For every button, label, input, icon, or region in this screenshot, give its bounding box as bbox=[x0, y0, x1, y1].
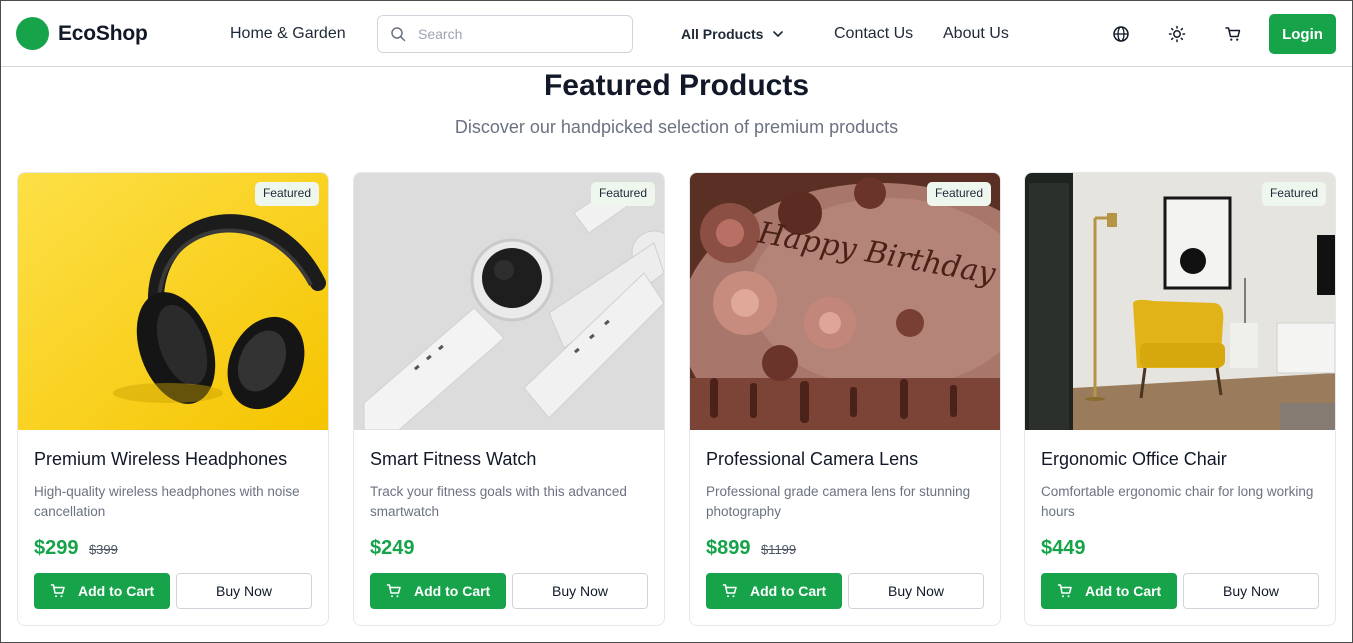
price-row: $899 $1199 bbox=[706, 537, 796, 561]
dropdown-label: All Products bbox=[681, 26, 764, 42]
product-description: High-quality wireless headphones with no… bbox=[34, 484, 300, 519]
add-to-cart-label: Add to Cart bbox=[1085, 583, 1162, 599]
buy-now-button[interactable]: Buy Now bbox=[848, 573, 984, 609]
add-to-cart-button[interactable]: Add to Cart bbox=[34, 573, 170, 609]
nav-link-about[interactable]: About Us bbox=[943, 25, 1009, 43]
featured-badge: Featured bbox=[254, 182, 319, 206]
add-to-cart-label: Add to Cart bbox=[78, 583, 155, 599]
price-row: $299 $399 bbox=[34, 537, 118, 561]
product-title[interactable]: Professional Camera Lens bbox=[706, 449, 918, 470]
featured-badge: Featured bbox=[926, 182, 991, 206]
login-button[interactable]: Login bbox=[1269, 14, 1336, 54]
armchair-room-image[interactable] bbox=[1025, 173, 1335, 430]
globe-icon[interactable] bbox=[1110, 23, 1132, 45]
birthday-cake-image[interactable]: Happy Birthday bbox=[690, 173, 1000, 430]
headphones-image[interactable] bbox=[18, 173, 328, 430]
product-card[interactable]: Happy Birthday Featured Professional Cam… bbox=[689, 172, 1001, 626]
featured-badge: Featured bbox=[590, 182, 655, 206]
buy-now-button[interactable]: Buy Now bbox=[512, 573, 648, 609]
product-price: $449 bbox=[1041, 537, 1086, 559]
cart-icon bbox=[386, 584, 401, 598]
product-title[interactable]: Smart Fitness Watch bbox=[370, 449, 536, 470]
nav-link-home-garden[interactable]: Home & Garden bbox=[230, 25, 346, 43]
add-to-cart-label: Add to Cart bbox=[750, 583, 827, 599]
chevron-down-icon bbox=[773, 31, 783, 37]
page: EcoShop Home & Garden All Products Conta… bbox=[0, 0, 1353, 643]
buy-now-button[interactable]: Buy Now bbox=[176, 573, 312, 609]
product-price: $899 bbox=[706, 537, 751, 559]
search-box[interactable] bbox=[377, 15, 633, 53]
all-products-dropdown[interactable]: All Products bbox=[681, 26, 783, 42]
add-to-cart-button[interactable]: Add to Cart bbox=[1041, 573, 1177, 609]
original-price: $399 bbox=[88, 542, 118, 557]
product-description: Professional grade camera lens for stunn… bbox=[706, 484, 971, 519]
product-title[interactable]: Premium Wireless Headphones bbox=[34, 449, 287, 470]
cart-icon[interactable] bbox=[1222, 23, 1244, 45]
add-to-cart-button[interactable]: Add to Cart bbox=[370, 573, 506, 609]
cart-icon bbox=[50, 584, 65, 598]
navbar: EcoShop Home & Garden All Products Conta… bbox=[1, 1, 1352, 67]
smartwatch-image[interactable] bbox=[354, 173, 664, 430]
product-description: Track your fitness goals with this advan… bbox=[370, 484, 627, 519]
search-input[interactable] bbox=[418, 24, 623, 44]
price-row: $249 bbox=[370, 537, 415, 561]
nav-link-contact[interactable]: Contact Us bbox=[834, 25, 913, 43]
search-icon bbox=[391, 27, 406, 42]
buy-now-button[interactable]: Buy Now bbox=[1183, 573, 1319, 609]
product-card[interactable]: Featured Smart Fitness Watch Track your … bbox=[353, 172, 665, 626]
product-card[interactable]: Featured Premium Wireless Headphones Hig… bbox=[17, 172, 329, 626]
featured-badge: Featured bbox=[1261, 182, 1326, 206]
logo-mark[interactable] bbox=[16, 17, 49, 50]
sun-icon[interactable] bbox=[1166, 23, 1188, 45]
page-title: Featured Products bbox=[543, 69, 810, 102]
brand-name[interactable]: EcoShop bbox=[58, 22, 148, 46]
cart-icon bbox=[1057, 584, 1072, 598]
product-price: $249 bbox=[370, 537, 415, 559]
product-price: $299 bbox=[34, 537, 79, 559]
product-card[interactable]: Featured Ergonomic Office Chair Comforta… bbox=[1024, 172, 1336, 626]
cart-icon bbox=[722, 584, 737, 598]
add-to-cart-label: Add to Cart bbox=[414, 583, 491, 599]
product-description: Comfortable ergonomic chair for long wor… bbox=[1041, 484, 1314, 519]
price-row: $449 bbox=[1041, 537, 1086, 561]
page-subtitle: Discover our handpicked selection of pre… bbox=[454, 117, 899, 137]
product-title[interactable]: Ergonomic Office Chair bbox=[1041, 449, 1227, 470]
original-price: $1199 bbox=[760, 542, 797, 557]
add-to-cart-button[interactable]: Add to Cart bbox=[706, 573, 842, 609]
